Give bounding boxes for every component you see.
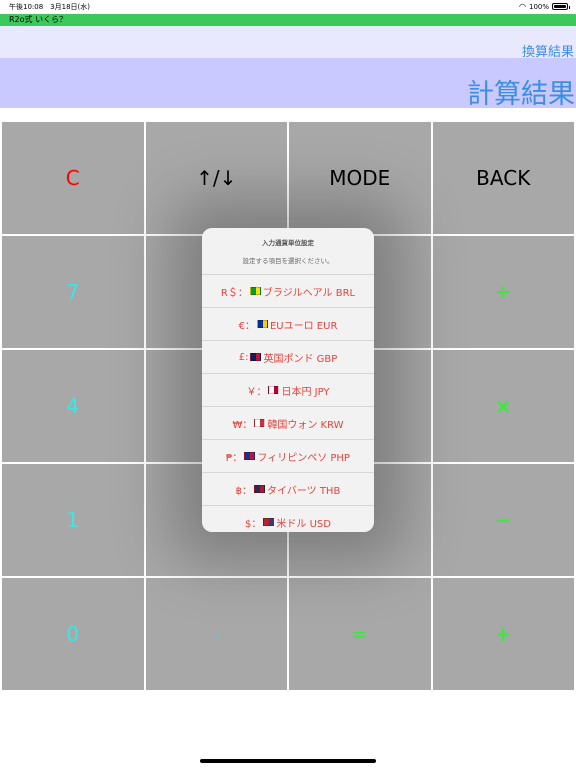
currency-symbol: ￥： bbox=[246, 386, 267, 398]
currency-option[interactable]: ฿： タイバーツ THB bbox=[202, 473, 374, 506]
flag-icon bbox=[268, 386, 280, 394]
currency-option[interactable]: €： EUユーロ EUR bbox=[202, 308, 374, 341]
currency-label: タイバーツ THB bbox=[267, 485, 341, 497]
currency-label: フィリピンペソ PHP bbox=[257, 452, 350, 464]
flag-icon bbox=[256, 320, 268, 328]
currency-option[interactable]: $： 米ドル USD bbox=[202, 506, 374, 532]
key-4[interactable]: 4 bbox=[2, 350, 144, 462]
status-bar: 午後10:08 3月18日(水) ◠ 100% bbox=[0, 0, 576, 14]
status-right: ◠ 100% bbox=[519, 2, 570, 11]
action-sheet-header: 入力通貨単位設定 設定する項目を選択ください。 bbox=[202, 228, 374, 275]
action-sheet-title: 入力通貨単位設定 bbox=[262, 239, 314, 247]
equals-key[interactable]: = bbox=[289, 578, 431, 690]
currency-label: EUユーロ EUR bbox=[269, 320, 338, 332]
flag-icon bbox=[254, 419, 266, 427]
currency-option[interactable]: ₩： 韓国ウォン KRW bbox=[202, 407, 374, 440]
currency-options: R＄： ブラジルヘアル BRL €： EUユーロ EUR £: 英国ポンド GBP ￥： 日本… bbox=[202, 275, 374, 532]
key-0[interactable]: 0 bbox=[2, 578, 144, 690]
currency-option[interactable]: £: 英国ポンド GBP bbox=[202, 341, 374, 374]
home-indicator[interactable] bbox=[200, 759, 376, 763]
key-1[interactable]: 1 bbox=[2, 464, 144, 576]
currency-action-sheet: 入力通貨単位設定 設定する項目を選択ください。 R＄： ブラジルヘアル BRL €：… bbox=[202, 228, 374, 532]
currency-symbol: $： bbox=[245, 518, 262, 530]
action-sheet-message: 設定する項目を選択ください。 bbox=[242, 257, 334, 265]
wifi-icon: ◠ bbox=[519, 2, 526, 11]
flag-icon bbox=[263, 518, 275, 526]
clear-key[interactable]: C bbox=[2, 122, 144, 234]
currency-label: 米ドル USD bbox=[276, 518, 331, 530]
currency-symbol: ₱： bbox=[226, 452, 243, 464]
decimal-key[interactable]: . bbox=[145, 578, 287, 690]
back-key[interactable]: BACK bbox=[432, 122, 574, 234]
currency-label: ブラジルヘアル BRL bbox=[262, 287, 356, 299]
currency-symbol: ฿： bbox=[235, 485, 253, 497]
currency-symbol: R＄： bbox=[220, 287, 248, 299]
currency-symbol: €： bbox=[238, 320, 255, 332]
currency-label: 韓国ウォン KRW bbox=[267, 419, 344, 431]
multiply-key[interactable]: × bbox=[432, 350, 574, 462]
flag-icon bbox=[254, 485, 266, 493]
currency-option[interactable]: ₱： フィリピンペソ PHP bbox=[202, 440, 374, 473]
currency-option[interactable]: ￥： 日本円 JPY bbox=[202, 374, 374, 407]
flag-icon bbox=[244, 452, 256, 460]
currency-symbol: ₩： bbox=[232, 419, 253, 431]
flag-icon bbox=[250, 353, 262, 361]
currency-symbol: £: bbox=[238, 351, 249, 363]
currency-label: 日本円 JPY bbox=[281, 386, 330, 398]
key-7[interactable]: 7 bbox=[2, 236, 144, 348]
app-title: R2o式 いくら？ bbox=[9, 15, 68, 24]
swap-key[interactable]: ↑/↓ bbox=[145, 122, 287, 234]
battery-icon bbox=[552, 3, 570, 10]
currency-label: 英国ポンド GBP bbox=[263, 353, 338, 365]
minus-key[interactable]: − bbox=[432, 464, 574, 576]
status-time: 午後10:08 3月18日(水) bbox=[9, 3, 90, 11]
currency-option[interactable]: R＄： ブラジルヘアル BRL bbox=[202, 275, 374, 308]
result-display: 計算結果 bbox=[0, 58, 576, 110]
flag-icon bbox=[249, 287, 261, 295]
converted-display: 換算結果 bbox=[0, 26, 576, 60]
result-label: 計算結果 bbox=[467, 79, 575, 110]
mode-key[interactable]: MODE bbox=[289, 122, 431, 234]
plus-key[interactable]: + bbox=[432, 578, 574, 690]
battery-percent: 100% bbox=[528, 2, 549, 11]
app-title-bar: R2o式 いくら？ bbox=[0, 14, 576, 26]
divide-key[interactable]: ÷ bbox=[432, 236, 574, 348]
